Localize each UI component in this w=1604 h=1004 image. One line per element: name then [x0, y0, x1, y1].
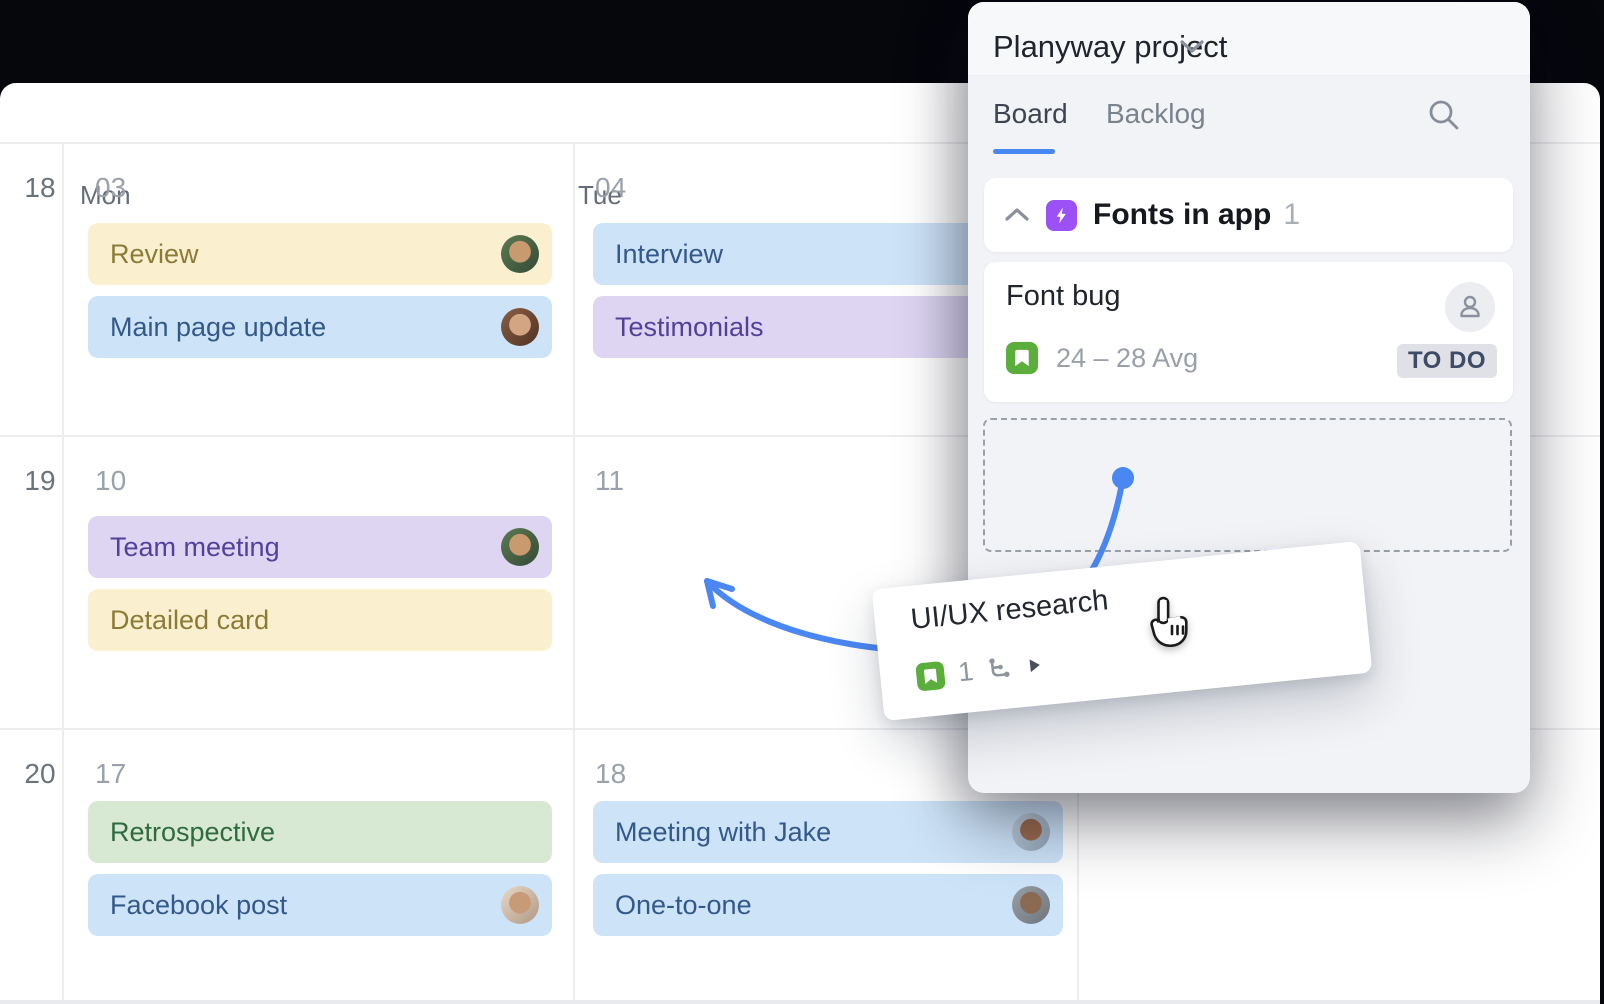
expand-arrow-icon — [1027, 657, 1041, 673]
dragged-card-title: UI/UX research — [909, 584, 1110, 637]
avatar — [501, 308, 539, 346]
subtasks-icon — [986, 654, 1016, 684]
date-number: 03 — [95, 172, 126, 204]
board-list-header[interactable]: Fonts in app 1 — [984, 178, 1513, 252]
tab-backlog[interactable]: Backlog — [1106, 98, 1206, 130]
calendar-event[interactable]: One-to-one — [593, 874, 1063, 936]
event-title: Meeting with Jake — [615, 817, 831, 848]
event-title: Detailed card — [110, 605, 269, 636]
bookmark-label-icon — [915, 660, 946, 691]
bookmark-label-icon — [1006, 342, 1038, 374]
event-title: Interview — [615, 239, 723, 270]
week-number: 19 — [20, 465, 60, 497]
calendar-event[interactable]: Retrospective — [88, 801, 552, 863]
list-count: 1 — [1283, 198, 1300, 232]
week-number: 20 — [20, 758, 60, 790]
dragged-card-meta: 1 — [915, 649, 1042, 692]
list-title: Fonts in app — [1093, 198, 1271, 232]
chevron-up-icon[interactable] — [1004, 207, 1030, 223]
task-meta: 24 – 28 Avg — [1006, 342, 1198, 374]
estimate-text: 24 – 28 Avg — [1056, 343, 1198, 374]
week-number: 18 — [20, 172, 60, 204]
panel-header: Planyway project — [968, 2, 1530, 76]
event-title: Facebook post — [110, 890, 287, 921]
event-title: Testimonials — [615, 312, 764, 343]
calendar-event[interactable]: Detailed card — [88, 589, 552, 651]
date-number: 18 — [595, 758, 626, 790]
calendar-event[interactable]: Main page update — [88, 296, 552, 358]
event-title: Review — [110, 239, 199, 270]
date-number: 17 — [95, 758, 126, 790]
avatar — [501, 528, 539, 566]
calendar-event[interactable]: Review — [88, 223, 552, 285]
calendar-event[interactable]: Team meeting — [88, 516, 552, 578]
tab-board[interactable]: Board — [993, 98, 1068, 130]
grid-line — [573, 142, 575, 1000]
task-title: Font bug — [1006, 280, 1120, 313]
status-badge: TO DO — [1397, 344, 1497, 378]
event-title: One-to-one — [615, 890, 752, 921]
event-title: Team meeting — [110, 532, 280, 563]
avatar — [1012, 886, 1050, 924]
assignee-placeholder[interactable] — [1445, 282, 1495, 332]
date-number: 04 — [595, 172, 626, 204]
avatar — [1012, 813, 1050, 851]
chevron-down-icon[interactable] — [1178, 38, 1206, 56]
event-title: Retrospective — [110, 817, 275, 848]
calendar-event[interactable]: Facebook post — [88, 874, 552, 936]
grid-line — [62, 142, 64, 1000]
badge-count: 1 — [957, 656, 975, 688]
avatar — [501, 886, 539, 924]
date-number: 11 — [595, 465, 624, 497]
active-tab-indicator — [993, 149, 1055, 154]
task-card-font-bug[interactable]: Font bug 24 – 28 Avg TO DO — [984, 262, 1513, 402]
grab-hand-cursor — [1141, 594, 1195, 652]
search-icon[interactable] — [1424, 96, 1464, 136]
avatar — [501, 235, 539, 273]
event-title: Main page update — [110, 312, 326, 343]
lightning-icon — [1046, 200, 1077, 231]
window-bottom-edge — [0, 1000, 1600, 1004]
drop-placeholder[interactable] — [983, 418, 1512, 552]
calendar-event[interactable]: Meeting with Jake — [593, 801, 1063, 863]
date-number: 10 — [95, 465, 126, 497]
